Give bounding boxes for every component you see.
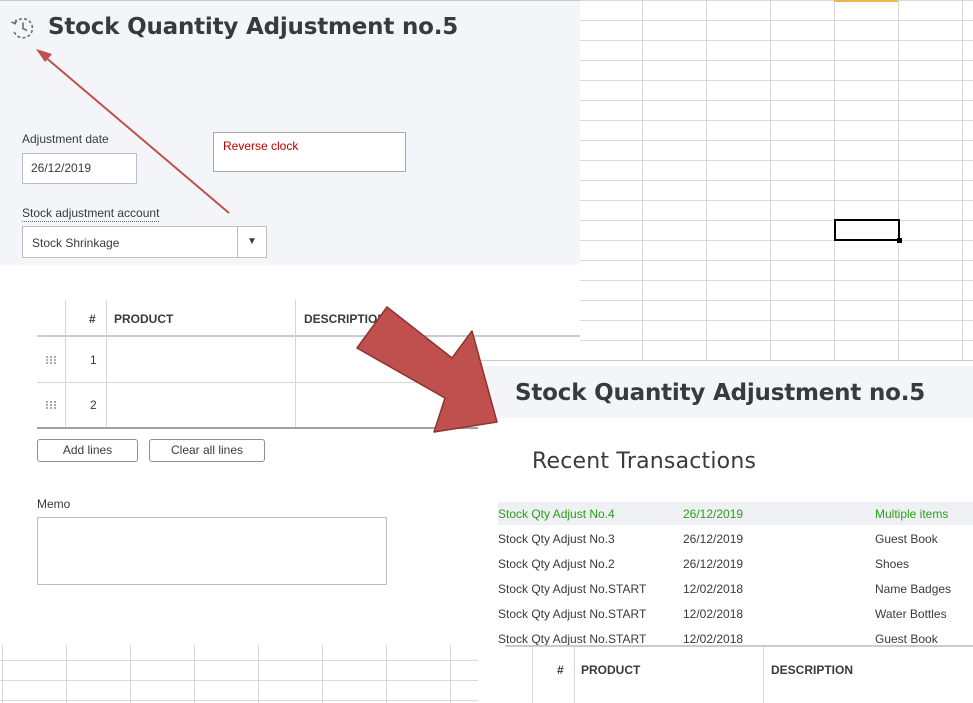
big-arrow-icon xyxy=(356,306,498,433)
